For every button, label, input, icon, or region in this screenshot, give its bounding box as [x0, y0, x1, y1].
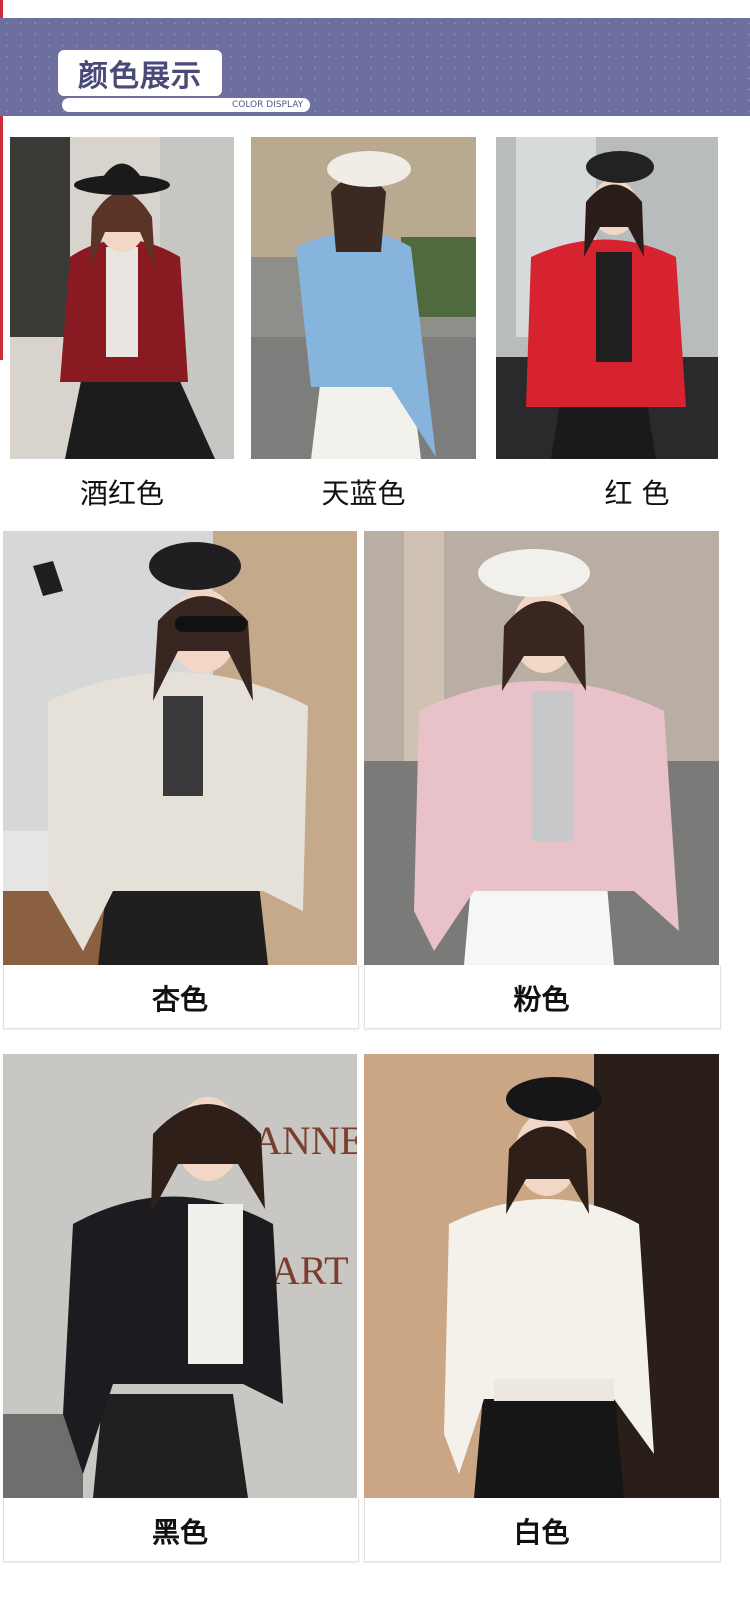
hat: [506, 1077, 602, 1121]
color-label-pink: 粉色: [513, 983, 570, 1016]
product-photo-black: ANNE ART: [3, 1054, 357, 1498]
color-label-skyblue: 天蓝色: [321, 477, 406, 510]
product-photo-red: [496, 137, 718, 459]
product-photo-pink: [364, 531, 719, 965]
color-label-apricot: 杏色: [151, 983, 208, 1016]
inner-top: [106, 247, 138, 357]
hat: [586, 151, 654, 183]
product-photo-apricot: [3, 531, 357, 965]
wall-sign-line2: ART: [271, 1248, 349, 1293]
hat: [478, 549, 590, 597]
product-photo-burgundy: [10, 137, 234, 459]
window: [10, 137, 70, 337]
section-title: 颜色展示: [58, 50, 222, 96]
color-label-black: 黑色: [151, 1516, 208, 1549]
color-label-white: 白色: [513, 1516, 570, 1549]
model-apricot-image: [3, 531, 357, 965]
sunglasses: [175, 616, 247, 632]
hat: [327, 151, 411, 187]
model-white-image: [364, 1054, 719, 1498]
color-label-red: 红 色: [604, 477, 670, 510]
product-photo-white: [364, 1054, 719, 1498]
belt: [494, 1379, 614, 1401]
model-skyblue-image: [251, 137, 476, 459]
inner-top: [532, 691, 574, 841]
hat: [149, 542, 241, 590]
model-burgundy-image: [10, 137, 234, 459]
model-pink-image: [364, 531, 719, 965]
skirt: [93, 1394, 248, 1498]
inner-top: [596, 252, 632, 362]
color-label-burgundy: 酒红色: [79, 477, 164, 510]
header-banner: 颜色展示 COLOR DISPLAY: [0, 18, 750, 116]
inner-top: [163, 696, 203, 796]
wall-sign-line1: ANNE: [253, 1118, 357, 1163]
model-black-image: ANNE ART: [3, 1054, 357, 1498]
product-photo-skyblue: [251, 137, 476, 459]
section-subtitle: COLOR DISPLAY: [232, 100, 304, 110]
model-red-image: [496, 137, 718, 459]
skirt: [474, 1384, 624, 1498]
inner-tee: [188, 1204, 243, 1364]
